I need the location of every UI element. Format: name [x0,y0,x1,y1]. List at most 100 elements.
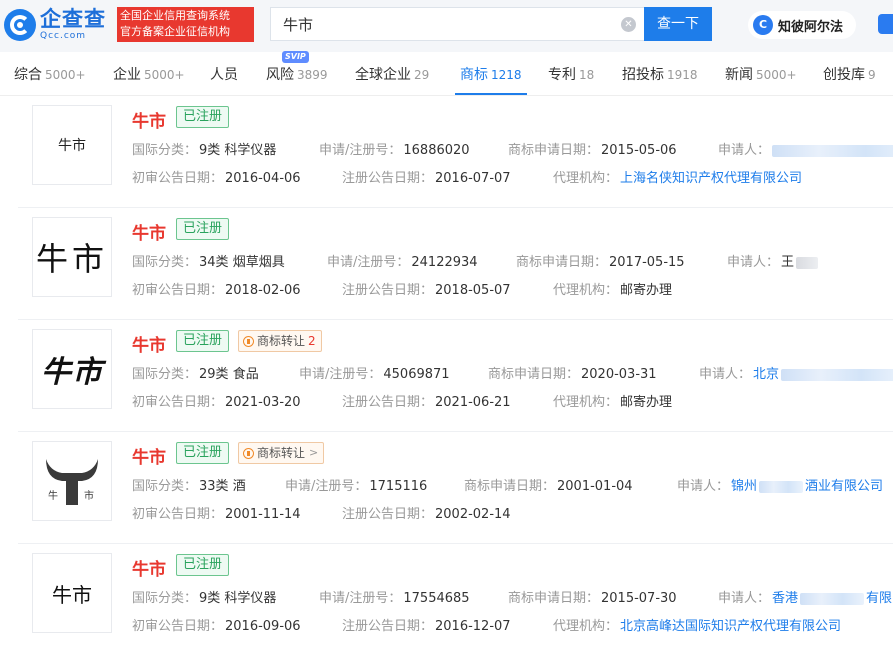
applicant-redacted [759,480,804,493]
apply-date-value: 2015-07-30 [601,591,677,606]
reg-no-info: 申请/注册号： 1715116 [285,475,427,494]
apply-date-label: 商标申请日期： [508,591,600,606]
tab-label: 专利 [548,67,576,83]
trademark-name[interactable]: 牛市 [132,331,166,356]
tab-bidding[interactable]: 招投标 1918 [622,64,698,84]
applicant-label: 申请人： [699,367,752,382]
apply-date-value: 2001-01-04 [557,479,633,494]
tab-trademark[interactable]: 商标 1218 [460,64,522,84]
top-header: 企查查 Qcc.com 全国企业信用查询系统 官方备案企业征信机构 ✕ 查一下 … [0,0,893,52]
applicant-link[interactable]: 北京 [753,367,779,382]
tab-comprehensive[interactable]: 综合 5000+ [14,64,86,84]
trademark-transfer-tag[interactable]: 商标转让 2 [238,330,322,352]
class-value: 33类 酒 [199,479,246,494]
reg-date-value: 2021-06-21 [435,395,511,410]
assistant-icon: C [753,15,773,35]
class-info: 国际分类： 33类 酒 [132,475,246,494]
prelim-date-label: 初审公告日期： [132,283,224,298]
category-tabs: 综合 5000+ 企业 5000+ 人员 风险 3899 全球企业 29 商标 1218 … [0,52,893,96]
apply-date-label: 商标申请日期： [464,479,556,494]
reg-no-label: 申请/注册号： [299,367,382,382]
active-tab-indicator [455,93,527,95]
agent-label: 代理机构： [553,395,619,410]
agent-value: 邮寄办理 [620,395,673,410]
apply-date-info: 商标申请日期： 2020-03-31 [488,363,657,382]
reg-date-info: 注册公告日期： 2016-07-07 [342,167,511,186]
trademark-name[interactable]: 牛市 [132,107,166,132]
agent-link[interactable]: 上海名侠知识产权代理有限公司 [620,171,802,186]
trademark-image-text: 牛市 [41,355,103,390]
trademark-image[interactable]: 牛市 [32,329,112,409]
reg-no-value: 16886020 [403,143,470,158]
tab-company[interactable]: 企业 5000+ [113,64,185,84]
status-badge: 已注册 [176,442,230,464]
prelim-date-info: 初审公告日期： 2016-09-06 [132,615,301,634]
prelim-date-value: 2018-02-06 [225,283,301,298]
applicant-link-suffix[interactable]: 酒业有限公司 [805,479,883,494]
agent-info: 代理机构： 上海名侠知识产权代理有限公司 [553,167,802,186]
status-badge: 已注册 [176,330,230,352]
trademark-name[interactable]: 牛市 [132,443,166,468]
official-badge: 全国企业信用查询系统 官方备案企业征信机构 [117,7,254,42]
clear-search-icon[interactable]: ✕ [621,17,636,32]
tab-label: 新闻 [725,67,753,83]
tab-patent[interactable]: 专利 18 [548,64,594,84]
reg-date-value: 2018-05-07 [435,283,511,298]
trademark-name[interactable]: 牛市 [132,555,166,580]
applicant-link[interactable]: 香港 [772,591,798,606]
class-value: 29类 食品 [199,367,259,382]
chevron-right-icon: > [309,446,319,459]
assistant-button[interactable]: C 知彼阿尔法 [748,11,856,39]
tab-global-company[interactable]: 全球企业 29 [355,64,429,84]
trademark-image[interactable]: 牛市 [32,553,112,633]
applicant-value[interactable]: 王 [781,255,794,270]
prelim-date-label: 初审公告日期： [132,171,224,186]
svip-badge: SVIP [282,51,309,63]
tab-count: 1218 [491,68,522,82]
applicant-info: 申请人： 锦州 酒业有限公司 [677,475,883,494]
list-item[interactable]: 牛市 牛市 已注册 国际分类： 9类 科学仪器 申请/注册号： 17554685 商… [18,544,893,646]
assistant-label: 知彼阿尔法 [778,19,844,35]
tab-count: 3899 [297,68,328,82]
logo-icon [4,9,36,41]
list-item[interactable]: 牛市 牛市 已注册 商标转让 2 国际分类： 29类 食品 申请/注册号： 45069… [18,320,893,432]
class-label: 国际分类： [132,367,198,382]
list-item[interactable]: 牛市 牛市 已注册 国际分类： 9类 科学仪器 申请/注册号： 16886020 商… [18,96,893,208]
prelim-date-info: 初审公告日期： 2021-03-20 [132,391,301,410]
trademark-image-text: 牛市 [58,138,86,154]
trademark-name[interactable]: 牛市 [132,219,166,244]
site-logo[interactable]: 企查查 Qcc.com [4,8,106,42]
tab-risk[interactable]: 风险 3899 [266,64,328,84]
tab-count: 5000+ [144,68,185,82]
search-input[interactable] [283,15,603,33]
class-label: 国际分类： [132,591,198,606]
reg-no-info: 申请/注册号： 16886020 [319,139,470,158]
search-button[interactable]: 查一下 [644,7,712,41]
agent-link[interactable]: 北京高峰达国际知识产权代理有限公司 [620,619,841,634]
applicant-info: 申请人： 北京 [699,363,893,382]
trademark-image[interactable]: 牛市 [32,217,112,297]
class-value: 9类 科学仪器 [199,143,277,158]
class-label: 国际分类： [132,255,198,270]
tab-count: 18 [579,68,595,82]
reg-no-label: 申请/注册号： [285,479,368,494]
applicant-link[interactable]: 锦州 [731,479,757,494]
trademark-image[interactable]: 牛市 [32,105,112,185]
list-item[interactable]: 牛 市 牛市 已注册 商标转让 > 国际分类： 33类 酒 申请/注册号： 17151… [18,432,893,544]
tab-count: 29 [414,68,430,82]
list-item[interactable]: 牛市 牛市 已注册 国际分类： 34类 烟草烟具 申请/注册号： 24122934 … [18,208,893,320]
trademark-transfer-tag[interactable]: 商标转让 > [238,442,325,464]
applicant-link-suffix[interactable]: 有限 [866,591,892,606]
applicant-label: 申请人： [677,479,730,494]
tab-count: 5000+ [756,68,797,82]
tab-venture[interactable]: 创投库 9 [823,64,876,84]
trademark-image[interactable]: 牛 市 [32,441,112,521]
tab-news[interactable]: 新闻 5000+ [725,64,797,84]
reg-date-label: 注册公告日期： [342,395,434,410]
applicant-redacted [800,592,865,605]
apps-icon[interactable] [878,14,893,34]
tab-label: 创投库 [823,67,865,83]
trademark-image-text: 牛市 [35,240,108,278]
prelim-date-info: 初审公告日期： 2001-11-14 [132,503,301,522]
tab-people[interactable]: 人员 [210,64,238,84]
